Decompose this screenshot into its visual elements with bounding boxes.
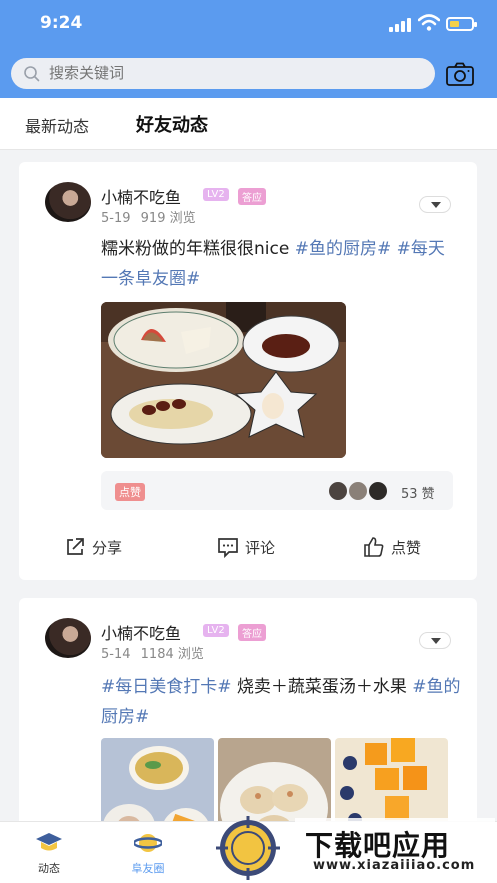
nav-feed-label: 动态	[38, 862, 60, 875]
signal-icon	[389, 18, 411, 32]
tab-friends[interactable]: 好友动态	[136, 111, 208, 137]
post-meta: 5-14 1184 浏览	[101, 643, 204, 662]
post-content: #每日美食打卡# 烧卖＋蔬菜蛋汤＋水果 #鱼的厨房#	[101, 672, 461, 732]
like-label: 点赞	[391, 539, 422, 557]
planet-icon	[134, 834, 162, 852]
avatar	[327, 480, 349, 502]
publish-button[interactable]	[214, 814, 282, 882]
nav-feed[interactable]: 动态	[19, 826, 79, 876]
level-badge: LV2	[203, 188, 229, 201]
feed-tabs: 最新动态 好友动态	[0, 98, 497, 150]
post-tag[interactable]: #每日美食打卡#	[101, 677, 232, 697]
post-date: 5-14	[101, 647, 131, 662]
share-icon	[67, 538, 84, 555]
search-icon	[24, 66, 40, 82]
battery-icon	[446, 17, 477, 31]
wifi-icon	[418, 14, 440, 31]
post-username[interactable]: 小楠不吃鱼	[101, 620, 181, 644]
avatar	[367, 480, 389, 502]
avatar	[347, 480, 369, 502]
post-text: 烧卖＋蔬菜蛋汤＋水果	[231, 677, 407, 697]
thumbs-up-icon	[364, 537, 384, 557]
post-text: 糯米粉做的年糕很很nice	[101, 239, 295, 259]
tab-latest[interactable]: 最新动态	[25, 113, 89, 137]
avatar[interactable]	[45, 182, 91, 222]
post-card: 小楠不吃鱼 LV2 答应 5-19 919 浏览 糯米粉做的年糕很很nice #…	[19, 162, 477, 580]
comment-icon	[218, 538, 238, 558]
level-badge: LV2	[203, 624, 229, 637]
post-content: 糯米粉做的年糕很很nice #鱼的厨房# #每天一条阜友圈#	[101, 234, 461, 294]
post-date: 5-19	[101, 211, 131, 226]
like-badge: 点赞	[115, 483, 145, 501]
watermark-url: www.xiazaiiiao.com	[313, 858, 476, 873]
nav-friends-circle-label: 阜友圈	[131, 862, 165, 875]
post-image[interactable]	[101, 302, 346, 458]
share-label: 分享	[92, 539, 123, 557]
post-tag[interactable]: #鱼的厨房#	[295, 239, 392, 259]
watermark: 下载吧应用 www.xiazaiiiao.com	[295, 818, 495, 881]
post-username[interactable]: 小楠不吃鱼	[101, 184, 181, 208]
status-badge: 答应	[238, 624, 266, 641]
liker-avatars	[327, 480, 397, 502]
post-views: 919 浏览	[140, 211, 196, 226]
post-meta: 5-19 919 浏览	[101, 207, 196, 226]
graduation-cap-icon	[36, 833, 62, 851]
nav-friends-circle[interactable]: 阜友圈	[118, 826, 178, 876]
more-options-button[interactable]	[419, 632, 451, 649]
post-views: 1184 浏览	[140, 647, 204, 662]
status-badge: 答应	[238, 188, 266, 205]
comment-label: 评论	[245, 539, 276, 557]
more-options-button[interactable]	[419, 196, 451, 213]
top-bar: 9:24	[0, 0, 497, 98]
search-bar[interactable]	[11, 58, 435, 89]
status-bar: 9:24	[0, 0, 497, 50]
likes-bar[interactable]: 点赞 53 赞	[101, 471, 453, 510]
search-input[interactable]	[49, 58, 419, 89]
avatar[interactable]	[45, 618, 91, 658]
like-count: 53 赞	[401, 487, 435, 502]
camera-icon[interactable]	[445, 60, 475, 88]
status-time: 9:24	[40, 13, 83, 33]
